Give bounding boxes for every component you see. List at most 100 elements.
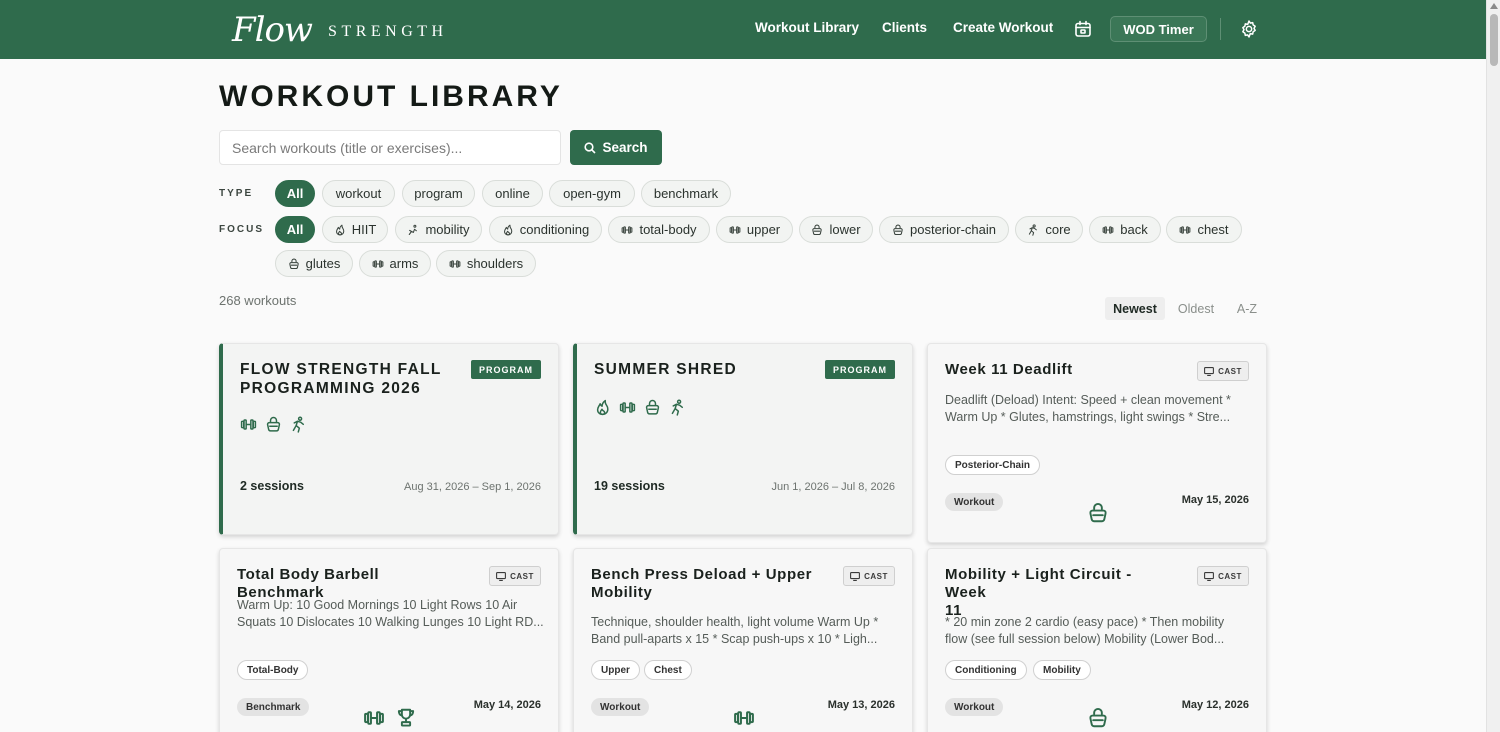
dumbbell-icon — [733, 707, 755, 732]
workout-date: May 13, 2026 — [827, 699, 895, 711]
focus-chip-label: back — [1120, 222, 1148, 237]
nav-divider — [1220, 18, 1221, 40]
nav-create-workout[interactable]: Create Workout — [953, 20, 1053, 35]
focus-tag: Posterior-Chain — [945, 455, 1041, 475]
focus-tag: Chest — [644, 660, 692, 680]
type-chip-online[interactable]: online — [482, 180, 543, 207]
focus-chip-label: arms — [389, 256, 419, 271]
workout-date: May 14, 2026 — [473, 699, 541, 711]
focus-chip-glutes[interactable]: glutes — [275, 250, 353, 277]
focus-chip-core[interactable]: core — [1015, 216, 1083, 243]
cast-badge[interactable]: CAST — [489, 566, 541, 586]
workout-card[interactable]: Total Body Barbell Benchmark CAST Warm Up:… — [219, 548, 559, 732]
focus-filter-label: FOCUS — [219, 224, 264, 235]
focus-chip-arms[interactable]: arms — [359, 250, 431, 277]
scroll-up-arrow-icon[interactable] — [1490, 3, 1498, 9]
kettlebell-icon — [1087, 502, 1109, 529]
kettlebell-icon — [892, 224, 904, 236]
wod-timer-button[interactable]: WOD Timer — [1110, 16, 1207, 42]
session-count: 19 sessions — [594, 479, 665, 493]
flame-icon — [334, 224, 346, 236]
workout-date: May 15, 2026 — [1181, 494, 1249, 506]
focus-chip-lower[interactable]: lower — [799, 216, 873, 243]
focus-chip-label: All — [286, 222, 304, 237]
type-filter-label: TYPE — [219, 188, 254, 199]
kettlebell-icon — [1087, 707, 1109, 732]
focus-chip-label: upper — [746, 222, 781, 237]
focus-chip-label: mobility — [425, 222, 470, 237]
focus-chip-mobility[interactable]: mobility — [395, 216, 482, 243]
sort-option-az[interactable]: A-Z — [1228, 297, 1266, 320]
cast-badge[interactable]: CAST — [843, 566, 895, 586]
focus-icon-row — [240, 416, 307, 433]
page-title: WORKOUT LIBRARY — [219, 80, 563, 113]
page-scrollbar[interactable] — [1486, 0, 1500, 732]
cast-icon — [1204, 571, 1215, 581]
focus-tag: Conditioning — [945, 660, 1027, 680]
figure-icon — [290, 416, 307, 433]
focus-chip-conditioning[interactable]: conditioning — [489, 216, 602, 243]
program-card[interactable]: FLOW STRENGTH FALL PROGRAMMING 2026 PROGRA… — [219, 343, 559, 535]
sort-option-oldest[interactable]: Oldest — [1170, 297, 1222, 320]
workout-type-pill: Workout — [945, 698, 1004, 716]
date-range: Aug 31, 2026 – Sep 1, 2026 — [403, 481, 541, 493]
workout-card[interactable]: Mobility + Light Circuit - Week 11 CAST * 2… — [927, 548, 1267, 732]
dumbbell-icon — [1179, 224, 1191, 236]
focus-tag: Upper — [591, 660, 640, 680]
focus-chip-label: total-body — [639, 222, 697, 237]
workout-count: 268 workouts — [219, 293, 297, 308]
type-chip-benchmark[interactable]: benchmark — [641, 180, 731, 207]
workout-type-pill: Benchmark — [237, 698, 310, 716]
dumbbell-icon — [729, 224, 741, 236]
search-input[interactable] — [219, 130, 561, 165]
cast-icon — [1204, 366, 1215, 376]
dumbbell-icon — [1102, 224, 1114, 236]
focus-chip-label: posterior-chain — [910, 222, 996, 237]
focus-chip-label: lower — [829, 222, 861, 237]
focus-chip-back[interactable]: back — [1089, 216, 1161, 243]
nav-workout-library[interactable]: Workout Library — [755, 20, 859, 35]
workout-type-pill: Workout — [591, 698, 650, 716]
trophy-icon — [395, 707, 417, 732]
cast-badge[interactable]: CAST — [1197, 361, 1249, 381]
focus-tag: Mobility — [1033, 660, 1091, 680]
cast-icon — [850, 571, 861, 581]
type-chip-label: All — [286, 186, 304, 201]
type-chip-program[interactable]: program — [402, 180, 475, 207]
search-button[interactable]: Search — [570, 130, 662, 165]
focus-chip-label: core — [1045, 222, 1071, 237]
type-chip-label: open-gym — [563, 186, 621, 201]
program-badge: PROGRAM — [825, 360, 895, 379]
focus-chip-hiit[interactable]: HIIT — [322, 216, 388, 243]
type-chip-workout[interactable]: workout — [322, 180, 395, 207]
focus-chip-posterior-chain[interactable]: posterior-chain — [879, 216, 1009, 243]
flame-icon — [502, 224, 514, 236]
dumbbell-icon — [621, 224, 633, 236]
type-chip-label: program — [414, 186, 463, 201]
cast-badge-label: CAST — [1218, 571, 1242, 581]
focus-chip-shoulders[interactable]: shoulders — [436, 250, 536, 277]
focus-chip-label: glutes — [305, 256, 341, 271]
gear-icon[interactable] — [1239, 19, 1259, 39]
logo-script-text: Flow — [232, 10, 313, 50]
sort-option-newest[interactable]: Newest — [1105, 297, 1165, 320]
flow-strength-logo[interactable]: Flow STRENGTH — [232, 6, 448, 54]
program-card[interactable]: SUMMER SHRED PROGRAM 19 sessions Jun 1, 202… — [573, 343, 913, 535]
type-chip-all[interactable]: All — [275, 180, 315, 207]
focus-chip-total-body[interactable]: total-body — [608, 216, 710, 243]
cast-badge-label: CAST — [510, 571, 534, 581]
nav-clients[interactable]: Clients — [882, 20, 927, 35]
card-title: Bench Press Deload + Upper Mobility — [591, 566, 813, 601]
cast-badge[interactable]: CAST — [1197, 566, 1249, 586]
focus-chip-all[interactable]: All — [275, 216, 315, 243]
type-chip-open-gym[interactable]: open-gym — [549, 180, 635, 207]
focus-chip-chest[interactable]: chest — [1166, 216, 1242, 243]
type-chip-label: online — [495, 186, 530, 201]
workout-card[interactable]: Bench Press Deload + Upper Mobility CAST Te… — [573, 548, 913, 732]
focus-chip-upper[interactable]: upper — [716, 216, 793, 243]
workout-card[interactable]: Week 11 Deadlift CAST Deadlift (Deload) In… — [927, 343, 1267, 543]
scroll-thumb[interactable] — [1490, 14, 1498, 66]
focus-chip-label: HIIT — [351, 222, 377, 237]
calendar-icon[interactable] — [1074, 20, 1092, 38]
program-badge: PROGRAM — [471, 360, 541, 379]
